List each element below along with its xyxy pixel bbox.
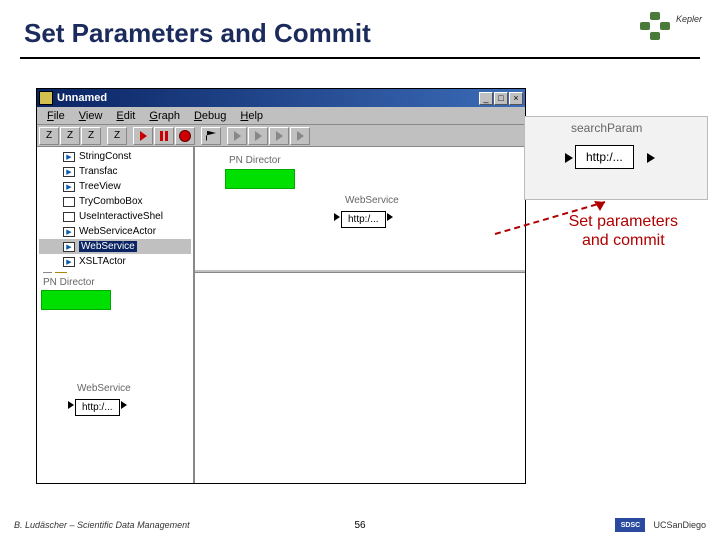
step-button-4[interactable] bbox=[290, 127, 310, 145]
callout-label: searchParam bbox=[571, 121, 642, 135]
menu-help[interactable]: Help bbox=[234, 109, 269, 123]
canvas-splitter[interactable] bbox=[195, 269, 525, 273]
actor-webservice-http-bottom[interactable]: http:/... bbox=[75, 399, 120, 416]
step-icon bbox=[255, 131, 262, 141]
tree-item-stringconst[interactable]: ▶StringConst bbox=[39, 149, 191, 164]
title-divider bbox=[20, 57, 700, 59]
pause-button[interactable] bbox=[154, 127, 174, 145]
actor-icon bbox=[63, 197, 75, 207]
slide-title: Set Parameters and Commit bbox=[0, 0, 720, 57]
zoom-button-2[interactable]: Z bbox=[60, 127, 80, 145]
tree-item-webserviceactor[interactable]: ▶WebServiceActor bbox=[39, 224, 191, 239]
minimize-button[interactable]: _ bbox=[479, 92, 493, 105]
ucsd-logo: UCSanDiego bbox=[653, 520, 706, 530]
tree-item-useinteractive[interactable]: UseInteractiveShel bbox=[39, 209, 191, 224]
actor-icon: ▶ bbox=[63, 257, 75, 267]
menu-file[interactable]: File bbox=[41, 109, 71, 123]
menubar: File View Edit Graph Debug Help bbox=[37, 107, 525, 125]
flag-icon bbox=[206, 131, 216, 141]
port-out-icon bbox=[387, 213, 393, 221]
step-icon bbox=[234, 131, 241, 141]
callout-searchparam: searchParam http:/... bbox=[524, 116, 708, 200]
tree-item-transfac[interactable]: ▶Transfac bbox=[39, 164, 191, 179]
flag-button[interactable] bbox=[201, 127, 221, 145]
footer: B. Ludäscher – Scientific Data Managemen… bbox=[14, 518, 706, 532]
actor-icon: ▶ bbox=[63, 242, 75, 252]
actor-icon: ▶ bbox=[63, 182, 75, 192]
page-number: 56 bbox=[354, 520, 365, 531]
step-button-3[interactable] bbox=[269, 127, 289, 145]
menu-view[interactable]: View bbox=[73, 109, 109, 123]
tree-item-xsltactor[interactable]: ▶XSLTActor bbox=[39, 254, 191, 269]
stop-button[interactable] bbox=[175, 127, 195, 145]
tree-item-webservice[interactable]: ▶WebService bbox=[39, 239, 191, 254]
step-button-2[interactable] bbox=[248, 127, 268, 145]
play-button[interactable] bbox=[133, 127, 153, 145]
zoom-button-4[interactable]: Z bbox=[107, 127, 127, 145]
titlebar: Unnamed _ □ × bbox=[37, 89, 525, 107]
actor-label-webservice-top: WebService bbox=[345, 195, 399, 206]
tree-item-treeview[interactable]: ▶TreeView bbox=[39, 179, 191, 194]
actor-icon: ▶ bbox=[63, 167, 75, 177]
window-title: Unnamed bbox=[57, 92, 479, 104]
actor-label-webservice-bottom: WebService bbox=[77, 383, 131, 394]
workflow-canvas[interactable]: PN Director WebService http:/... PN Dire… bbox=[195, 147, 525, 483]
close-button[interactable]: × bbox=[509, 92, 523, 105]
menu-edit[interactable]: Edit bbox=[110, 109, 141, 123]
stop-icon bbox=[179, 130, 191, 142]
actor-icon: ▶ bbox=[63, 152, 75, 162]
actor-pndirector-bottom[interactable] bbox=[41, 290, 111, 310]
menu-graph[interactable]: Graph bbox=[143, 109, 186, 123]
port-in-icon bbox=[68, 401, 74, 409]
annotation-text: Set parametersand commit bbox=[569, 212, 678, 250]
actor-label-pndirector-top: PN Director bbox=[229, 155, 281, 166]
port-in-icon bbox=[334, 213, 340, 221]
step-button-1[interactable] bbox=[227, 127, 247, 145]
actor-webservice-http-top[interactable]: http:/... bbox=[341, 211, 386, 228]
callout-actor-box[interactable]: http:/... bbox=[575, 145, 634, 169]
toolbar: Z Z Z Z bbox=[37, 125, 525, 147]
actor-icon bbox=[63, 212, 75, 222]
actor-pndirector-top[interactable] bbox=[225, 169, 295, 189]
step-icon bbox=[276, 131, 283, 141]
actor-label-pndirector-bottom: PN Director bbox=[37, 273, 193, 288]
menu-debug[interactable]: Debug bbox=[188, 109, 232, 123]
sdsc-logo: SDSC bbox=[615, 518, 645, 532]
pause-icon bbox=[160, 131, 168, 141]
app-icon bbox=[39, 91, 53, 105]
zoom-button-1[interactable]: Z bbox=[39, 127, 59, 145]
port-out-icon bbox=[647, 153, 655, 163]
tree-item-trycombobox[interactable]: TryComboBox bbox=[39, 194, 191, 209]
kepler-logo: Kepler bbox=[640, 12, 700, 44]
kepler-logo-text: Kepler bbox=[676, 14, 702, 24]
port-out-icon bbox=[121, 401, 127, 409]
port-in-icon bbox=[565, 153, 573, 163]
footer-author: B. Ludäscher – Scientific Data Managemen… bbox=[14, 520, 190, 530]
step-icon bbox=[297, 131, 304, 141]
maximize-button[interactable]: □ bbox=[494, 92, 508, 105]
zoom-button-3[interactable]: Z bbox=[81, 127, 101, 145]
app-window: Unnamed _ □ × File View Edit Graph Debug… bbox=[36, 88, 526, 484]
actor-icon: ▶ bbox=[63, 227, 75, 237]
play-icon bbox=[140, 131, 147, 141]
